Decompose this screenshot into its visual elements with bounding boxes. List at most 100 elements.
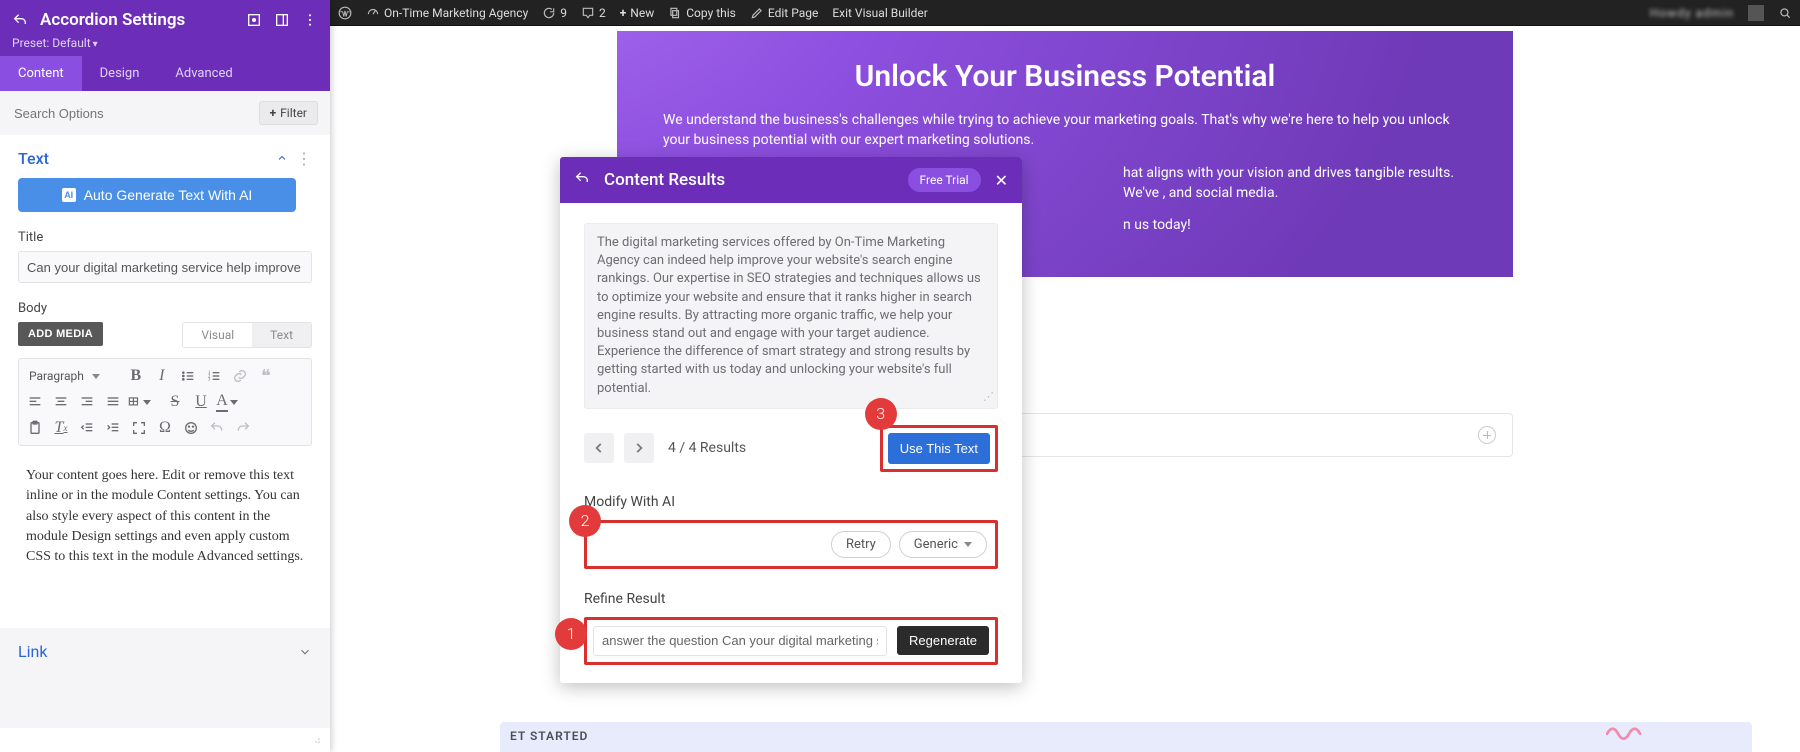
- auto-generate-ai-button[interactable]: AI Auto Generate Text With AI: [18, 178, 296, 212]
- editor-content-area[interactable]: Your content goes here. Edit or remove t…: [18, 446, 312, 620]
- get-started-banner[interactable]: ET STARTED: [500, 722, 1752, 752]
- clearformat-icon[interactable]: Tx: [49, 417, 73, 439]
- svg-text:3: 3: [208, 378, 211, 383]
- wp-admin-bar: On-Time Marketing Agency 9 2 +New Copy t…: [330, 0, 1800, 26]
- squiggle-decoration: [1606, 722, 1650, 744]
- callout-badge-2: 2: [569, 505, 601, 537]
- modal-title: Content Results: [604, 170, 894, 190]
- indent-icon[interactable]: [101, 417, 125, 439]
- bold-icon[interactable]: B: [124, 365, 148, 387]
- copy-icon: [668, 6, 682, 20]
- refresh-icon: [542, 6, 556, 20]
- hero-title: Unlock Your Business Potential: [663, 59, 1467, 94]
- more-icon[interactable]: [302, 12, 318, 28]
- tab-design[interactable]: Design: [82, 56, 158, 91]
- comment-icon: [581, 6, 595, 20]
- italic-icon[interactable]: I: [150, 365, 174, 387]
- section-text-header[interactable]: Text ⋮: [18, 149, 312, 168]
- results-nav: 4 / 4 Results 3 Use This Text: [584, 425, 998, 472]
- title-input[interactable]: [18, 251, 312, 283]
- refine-result-label: Refine Result: [584, 591, 998, 607]
- expand-icon[interactable]: [246, 12, 262, 28]
- accordion-expand-icon[interactable]: [1478, 426, 1496, 444]
- add-media-button[interactable]: ADD MEDIA: [18, 322, 103, 346]
- align-right-icon[interactable]: [75, 391, 99, 413]
- strike-icon[interactable]: S: [163, 391, 187, 413]
- link-icon[interactable]: [228, 365, 252, 387]
- next-result-button[interactable]: [624, 433, 654, 463]
- editor-tab-visual[interactable]: Visual: [183, 323, 252, 347]
- chevron-up-icon: [276, 149, 288, 168]
- generic-dropdown[interactable]: Generic: [899, 531, 987, 558]
- wp-logo-icon[interactable]: [338, 6, 352, 20]
- results-counter: 4 / 4 Results: [668, 440, 746, 456]
- close-icon[interactable]: ✕: [995, 171, 1008, 190]
- back-icon[interactable]: [12, 12, 28, 28]
- regenerate-button[interactable]: Regenerate: [897, 626, 989, 655]
- exit-builder-link[interactable]: Exit Visual Builder: [832, 6, 928, 20]
- quote-icon[interactable]: ❝: [254, 365, 278, 387]
- filter-button[interactable]: +Filter: [259, 101, 318, 125]
- specialchar-icon[interactable]: Ω: [153, 417, 177, 439]
- copy-link[interactable]: Copy this: [668, 6, 736, 20]
- user-greeting[interactable]: Howdy admin: [1650, 6, 1734, 20]
- ol-icon[interactable]: 123: [202, 365, 226, 387]
- rich-text-toolbar: Paragraph B I 123 ❝ S U: [18, 358, 312, 446]
- refine-input[interactable]: [593, 626, 887, 656]
- title-label: Title: [18, 230, 312, 245]
- paste-icon[interactable]: [23, 417, 47, 439]
- dock-icon[interactable]: [274, 12, 290, 28]
- format-select[interactable]: Paragraph: [23, 369, 106, 383]
- pencil-icon: [750, 6, 764, 20]
- panel-body: +Filter Text ⋮ AI Auto Generate Text Wit…: [0, 91, 330, 728]
- resize-handle-icon[interactable]: ⋰: [983, 389, 994, 404]
- ul-icon[interactable]: [176, 365, 200, 387]
- free-trial-badge[interactable]: Free Trial: [908, 168, 981, 192]
- new-link[interactable]: +New: [620, 6, 655, 20]
- outdent-icon[interactable]: [75, 417, 99, 439]
- editor-tab-text[interactable]: Text: [252, 323, 311, 347]
- hero-paragraph-1: We understand the business's challenges …: [663, 110, 1467, 151]
- underline-icon[interactable]: U: [189, 391, 213, 413]
- undo-icon[interactable]: [205, 417, 229, 439]
- callout-badge-1: 1: [555, 618, 587, 650]
- section-link-header[interactable]: Link: [0, 628, 330, 675]
- result-textbox[interactable]: The digital marketing services offered b…: [584, 223, 998, 409]
- prev-result-button[interactable]: [584, 433, 614, 463]
- callout-3-box: 3 Use This Text: [880, 425, 998, 472]
- table-icon[interactable]: [127, 391, 151, 413]
- editor-mode-tabs: Visual Text: [182, 322, 312, 348]
- redo-icon[interactable]: [231, 417, 255, 439]
- modal-header: Content Results Free Trial ✕: [560, 157, 1022, 203]
- content-results-modal: Content Results Free Trial ✕ The digital…: [560, 157, 1022, 683]
- align-left-icon[interactable]: [23, 391, 47, 413]
- tab-advanced[interactable]: Advanced: [157, 56, 250, 91]
- tab-content[interactable]: Content: [0, 56, 82, 91]
- fullscreen-icon[interactable]: [127, 417, 151, 439]
- site-link[interactable]: On-Time Marketing Agency: [366, 6, 528, 20]
- modal-back-icon[interactable]: [574, 170, 590, 190]
- section-more-icon[interactable]: ⋮: [296, 149, 312, 168]
- panel-header: Accordion Settings Preset: Default▾: [0, 0, 330, 56]
- updates-link[interactable]: 9: [542, 6, 567, 20]
- preset-selector[interactable]: Preset: Default▾: [12, 36, 318, 50]
- align-justify-icon[interactable]: [101, 391, 125, 413]
- use-this-text-button[interactable]: Use This Text: [888, 433, 990, 464]
- comments-link[interactable]: 2: [581, 6, 606, 20]
- avatar[interactable]: [1748, 5, 1764, 21]
- panel-resize-handle[interactable]: [0, 728, 330, 752]
- ai-badge-icon: AI: [62, 188, 76, 202]
- body-label: Body: [18, 301, 312, 316]
- retry-button[interactable]: Retry: [831, 531, 891, 558]
- search-options-input[interactable]: [12, 105, 259, 122]
- callout-badge-3: 3: [865, 398, 897, 430]
- textcolor-icon[interactable]: A: [215, 391, 239, 413]
- search-icon[interactable]: [1778, 6, 1792, 20]
- accordion-settings-panel: Accordion Settings Preset: Default▾ Cont…: [0, 0, 330, 752]
- align-center-icon[interactable]: [49, 391, 73, 413]
- emoji-icon[interactable]: [179, 417, 203, 439]
- edit-page-link[interactable]: Edit Page: [750, 6, 818, 20]
- callout-1-box: 1 Regenerate: [584, 617, 998, 665]
- panel-tabs: Content Design Advanced: [0, 56, 330, 91]
- panel-title: Accordion Settings: [40, 10, 234, 30]
